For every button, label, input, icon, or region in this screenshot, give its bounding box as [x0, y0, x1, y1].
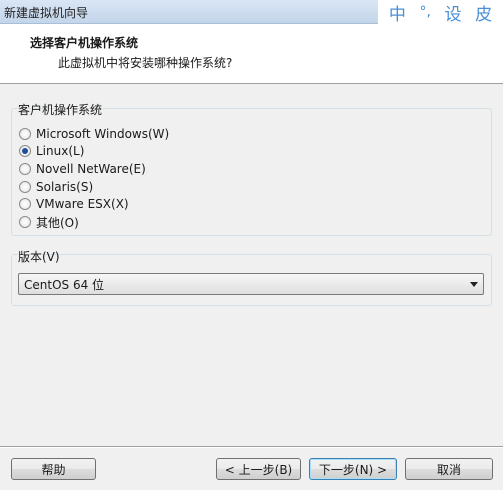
back-button[interactable]: < 上一步(B) — [216, 458, 301, 480]
radio-circle-icon[interactable] — [19, 216, 31, 228]
radio-circle-icon[interactable] — [19, 181, 31, 193]
help-button[interactable]: 帮助 — [11, 458, 96, 480]
radio-other-label: 其他(O) — [36, 215, 79, 230]
radio-esx-label: VMware ESX(X) — [36, 197, 129, 211]
window-title: 新建虚拟机向导 — [4, 6, 89, 20]
page-subtitle: 此虚拟机中将安装哪种操作系统? — [58, 56, 233, 70]
page-title: 选择客户机操作系统 — [30, 36, 139, 50]
ime-settings-icon[interactable]: 设 — [445, 0, 462, 25]
chevron-down-icon[interactable] — [470, 282, 478, 287]
radio-linux-label: Linux(L) — [36, 144, 85, 158]
radio-other[interactable]: 其他(O) — [19, 213, 79, 231]
next-button[interactable]: 下一步(N) > — [309, 458, 397, 480]
ime-toolbar[interactable]: 中 °, 设 皮 — [378, 0, 503, 25]
wizard-header: 选择客户机操作系统 此虚拟机中将安装哪种操作系统? — [0, 24, 503, 84]
radio-circle-icon[interactable] — [19, 198, 31, 210]
ime-skin-icon[interactable]: 皮 — [475, 0, 492, 25]
radio-esx[interactable]: VMware ESX(X) — [19, 195, 129, 213]
version-select[interactable]: CentOS 64 位 — [18, 273, 484, 295]
radio-solaris-label: Solaris(S) — [36, 180, 94, 194]
ime-chinese-mode-icon[interactable]: 中 — [389, 0, 406, 25]
cancel-button[interactable]: 取消 — [405, 458, 493, 480]
guest-os-legend: 客户机操作系统 — [18, 103, 103, 117]
ime-punctuation-icon[interactable]: °, — [419, 4, 430, 20]
radio-netware[interactable]: Novell NetWare(E) — [19, 160, 146, 178]
footer-divider — [0, 446, 503, 448]
radio-windows[interactable]: Microsoft Windows(W) — [19, 125, 169, 143]
radio-solaris[interactable]: Solaris(S) — [19, 178, 93, 196]
radio-windows-label: Microsoft Windows(W) — [36, 127, 170, 141]
radio-circle-icon[interactable] — [19, 163, 31, 175]
radio-circle-checked-icon[interactable] — [19, 145, 31, 157]
radio-circle-icon[interactable] — [19, 128, 31, 140]
version-legend: 版本(V) — [18, 250, 60, 264]
radio-linux[interactable]: Linux(L) — [19, 142, 84, 160]
radio-netware-label: Novell NetWare(E) — [36, 162, 146, 176]
version-select-value: CentOS 64 位 — [24, 277, 105, 292]
